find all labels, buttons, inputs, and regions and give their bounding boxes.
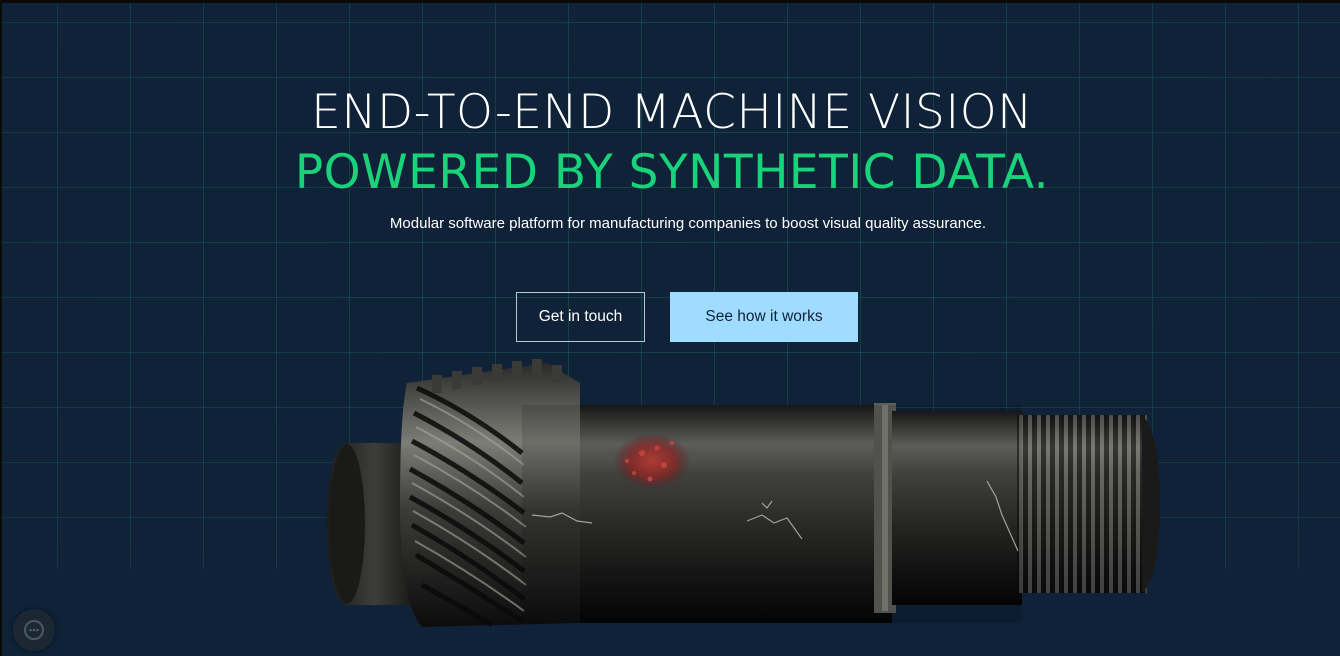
chat-bubble-icon [24,620,44,640]
landing-page: END-TO-END MACHINE VISION POWERED BY SYN… [0,0,1340,656]
see-how-it-works-button[interactable]: See how it works [670,292,858,342]
chat-widget-button[interactable] [13,609,55,651]
see-how-it-works-label: See how it works [705,308,823,325]
headline-line-1: END-TO-END MACHINE VISION [311,85,1033,140]
headline-line-2: POWERED BY SYNTHETIC DATA. [294,145,1050,200]
hero-subtitle: Modular software platform for manufactur… [389,215,987,232]
get-in-touch-label: Get in touch [538,308,623,325]
get-in-touch-button[interactable]: Get in touch [516,292,645,342]
